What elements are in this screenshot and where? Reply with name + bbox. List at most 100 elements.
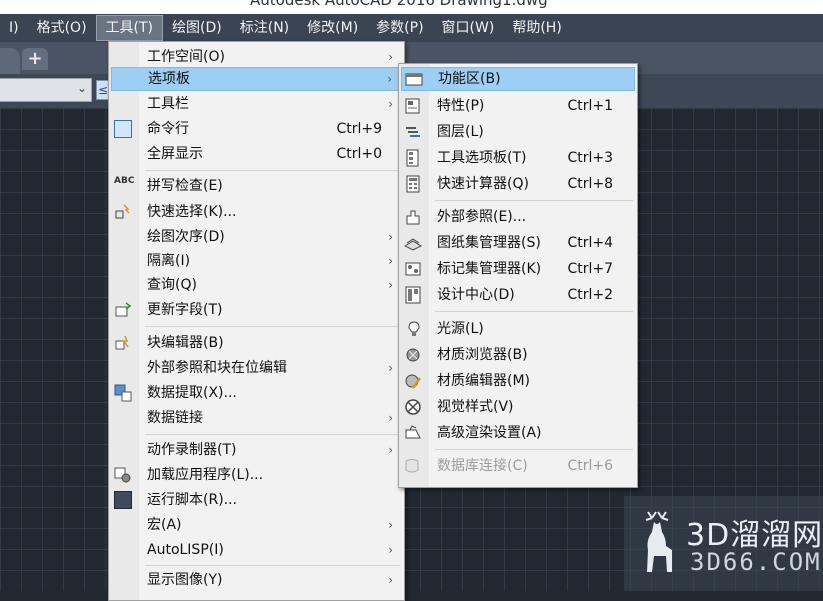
- menu-item-update-fields[interactable]: 更新字段(T): [111, 298, 402, 322]
- menu-item-data-links[interactable]: 数据链接 ›: [111, 406, 402, 430]
- menu-item-design-center[interactable]: 设计中心(D) Ctrl+2: [401, 283, 635, 307]
- menu-item-label: 设计中心(D): [437, 287, 515, 303]
- menu-separator: [145, 326, 400, 327]
- chevron-right-icon: ›: [388, 573, 393, 587]
- menu-item-inquiry[interactable]: 查询(Q) ›: [111, 273, 402, 297]
- menu-item-command-line[interactable]: 命令行 Ctrl+9: [111, 117, 402, 141]
- menu-item-label: 快速计算器(Q): [437, 176, 529, 192]
- title-bar: Autodesk AutoCAD 2016 Drawing1.dwg: [0, 0, 823, 14]
- menu-dimension[interactable]: 标注(N): [231, 15, 298, 41]
- chevron-right-icon: ›: [388, 254, 393, 268]
- lights-icon: [404, 320, 422, 338]
- database-connect-icon: [404, 457, 422, 475]
- menu-view-partial[interactable]: I): [0, 15, 28, 41]
- layer-combo[interactable]: ⌄: [0, 78, 92, 102]
- menu-item-visual-styles[interactable]: 视觉样式(V): [401, 395, 635, 419]
- menu-item-isolate[interactable]: 隔离(I) ›: [111, 249, 402, 273]
- chevron-right-icon: ›: [388, 230, 393, 244]
- menu-item-label: 快速选择(K)...: [147, 204, 237, 220]
- menu-item-label: 视觉样式(V): [437, 399, 514, 415]
- menu-item-action-recorder[interactable]: 动作录制器(T) ›: [111, 438, 402, 462]
- menu-item-label: 工具栏: [147, 96, 189, 112]
- menu-item-layers[interactable]: 图层(L): [401, 120, 635, 144]
- menu-item-load-application[interactable]: 加载应用程序(L)...: [111, 463, 402, 487]
- menu-item-tool-palettes[interactable]: 工具选项板(T) Ctrl+3: [401, 146, 635, 170]
- menu-item-label: 动作录制器(T): [147, 442, 237, 458]
- menu-item-shortcut: Ctrl+0: [336, 146, 382, 162]
- menu-item-shortcut: Ctrl+7: [567, 261, 613, 277]
- chevron-right-icon: ›: [388, 411, 393, 425]
- menu-separator: [435, 449, 633, 450]
- plus-icon[interactable]: +: [22, 48, 48, 70]
- menu-item-materials-editor[interactable]: 材质编辑器(M): [401, 369, 635, 393]
- menu-help[interactable]: 帮助(H): [503, 15, 570, 41]
- drawing-tab[interactable]: [0, 48, 20, 74]
- menu-item-label: 外部参照和块在位编辑: [147, 360, 287, 376]
- menu-item-label: 显示图像(Y): [147, 572, 223, 588]
- markup-set-icon: [404, 260, 422, 278]
- menu-item-label: 工具选项板(T): [437, 150, 527, 166]
- menu-item-block-editor[interactable]: 块编辑器(B): [111, 331, 402, 355]
- menu-item-label: 数据链接: [147, 410, 203, 426]
- menu-item-label: 标记集管理器(K): [437, 261, 542, 277]
- menu-separator: [145, 565, 400, 566]
- menu-item-palettes[interactable]: 选项板 ›: [111, 67, 402, 91]
- command-line-icon: [114, 120, 132, 138]
- chevron-down-icon: ⌄: [76, 81, 87, 95]
- menu-format[interactable]: 格式(O): [28, 15, 96, 41]
- window-title: Autodesk AutoCAD 2016 Drawing1.dwg: [250, 0, 548, 9]
- menu-item-database-connection: 数据库连接(C) Ctrl+6: [401, 454, 635, 478]
- menu-tools[interactable]: 工具(T): [95, 15, 164, 41]
- menu-item-label: 隔离(I): [147, 253, 191, 269]
- menu-item-label: 块编辑器(B): [147, 335, 224, 351]
- menu-item-shortcut: Ctrl+3: [567, 150, 613, 166]
- menu-item-advanced-render-settings[interactable]: 高级渲染设置(A): [401, 421, 635, 445]
- menu-item-properties[interactable]: 特性(P) Ctrl+1: [401, 94, 635, 118]
- design-center-icon: [404, 286, 422, 304]
- menu-separator: [435, 311, 633, 312]
- menu-item-sheet-set-manager[interactable]: 图纸集管理器(S) Ctrl+4: [401, 231, 635, 255]
- chevron-right-icon: ›: [388, 50, 393, 64]
- menu-item-data-extraction[interactable]: 数据提取(X)...: [111, 381, 402, 405]
- run-script-icon: [114, 491, 132, 509]
- ribbon-icon: [405, 70, 423, 88]
- menu-item-label: 工作空间(O): [147, 49, 225, 65]
- menu-item-macros[interactable]: 宏(A) ›: [111, 513, 402, 537]
- menu-item-autolisp[interactable]: AutoLISP(I) ›: [111, 538, 402, 562]
- menu-item-xref-in-place[interactable]: 外部参照和块在位编辑 ›: [111, 356, 402, 380]
- chevron-right-icon: ›: [387, 72, 392, 86]
- menu-item-ribbon[interactable]: 功能区(B): [401, 67, 635, 91]
- visual-styles-icon: [404, 398, 422, 416]
- menu-item-workspaces[interactable]: 工作空间(O) ›: [111, 45, 402, 69]
- chevron-right-icon: ›: [388, 97, 393, 111]
- menu-item-run-script[interactable]: 运行脚本(R)...: [111, 488, 402, 512]
- menu-item-shortcut: Ctrl+9: [336, 121, 382, 137]
- menu-item-label: 全屏显示: [147, 146, 203, 162]
- menu-separator: [435, 200, 633, 201]
- menu-item-quick-select[interactable]: 快速选择(K)...: [111, 200, 402, 224]
- menu-modify[interactable]: 修改(M): [298, 15, 367, 41]
- menu-item-draw-order[interactable]: 绘图次序(D) ›: [111, 225, 402, 249]
- menu-item-external-references[interactable]: 外部参照(E)...: [401, 205, 635, 229]
- menu-item-markup-set-manager[interactable]: 标记集管理器(K) Ctrl+7: [401, 257, 635, 281]
- menu-item-quickcalc[interactable]: 快速计算器(Q) Ctrl+8: [401, 172, 635, 196]
- menu-window[interactable]: 窗口(W): [433, 15, 504, 41]
- menu-item-label: 特性(P): [437, 98, 485, 114]
- menu-item-label: 拼写检查(E): [147, 178, 223, 194]
- menu-item-label: 运行脚本(R)...: [147, 492, 238, 508]
- menu-item-display-image[interactable]: 显示图像(Y) ›: [111, 568, 402, 592]
- menu-item-shortcut: Ctrl+2: [567, 287, 613, 303]
- chevron-right-icon: ›: [388, 278, 393, 292]
- data-extraction-icon: [114, 384, 132, 402]
- menu-item-lights[interactable]: 光源(L): [401, 317, 635, 341]
- update-field-icon: [114, 301, 132, 319]
- menu-item-toolbars[interactable]: 工具栏 ›: [111, 92, 402, 116]
- menu-bar: I) 格式(O) 工具(T) 绘图(D) 标注(N) 修改(M) 参数(P) 窗…: [0, 14, 823, 42]
- menu-item-spell-check[interactable]: ABC 拼写检查(E): [111, 174, 402, 198]
- materials-browser-icon: [404, 346, 422, 364]
- menu-draw[interactable]: 绘图(D): [163, 15, 231, 41]
- palettes-submenu: 功能区(B) 特性(P) Ctrl+1 图层(L) 工具选项板(T) Ctrl+…: [398, 63, 638, 488]
- menu-item-clean-screen[interactable]: 全屏显示 Ctrl+0: [111, 142, 402, 166]
- menu-item-materials-browser[interactable]: 材质浏览器(B): [401, 343, 635, 367]
- menu-parametric[interactable]: 参数(P): [367, 15, 432, 41]
